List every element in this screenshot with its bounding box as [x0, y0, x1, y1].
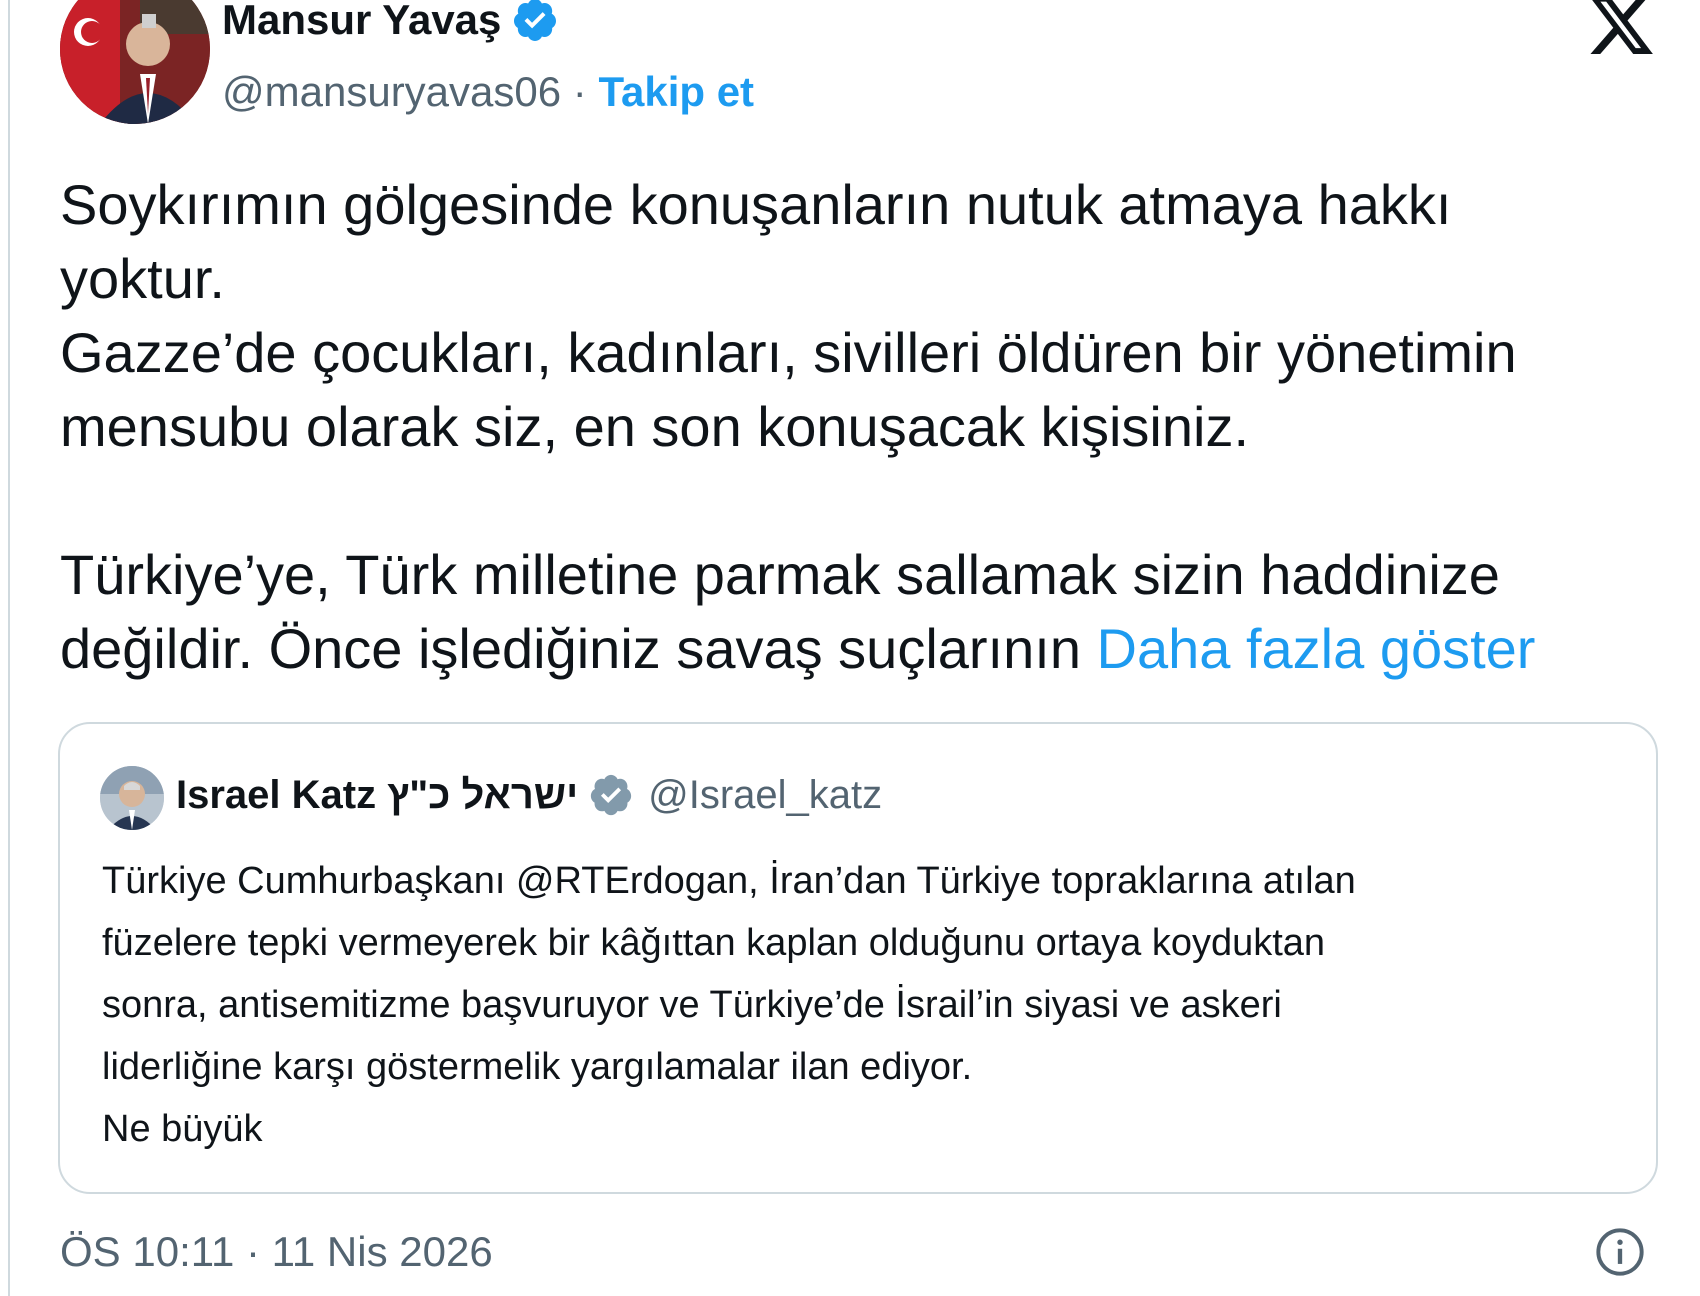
handle-row: @mansuryavas06 · Takip et [222, 68, 754, 116]
author-handle[interactable]: @mansuryavas06 [222, 68, 561, 115]
left-divider [8, 0, 10, 1296]
avatar-portrait-icon [60, 0, 210, 124]
tweet-text: Soykırımın gölgesinde konuşanların nutuk… [60, 168, 1670, 686]
x-logo-icon[interactable] [1586, 0, 1656, 54]
info-icon[interactable] [1594, 1226, 1646, 1278]
author-name-text: Mansur Yavaş [222, 0, 502, 43]
tweet-timestamp[interactable]: ÖS 10:11 · 11 Nis 2026 [60, 1228, 493, 1276]
handle-separator: · [561, 68, 599, 115]
quoted-author-avatar[interactable] [100, 766, 164, 830]
author-name[interactable]: Mansur Yavaş [222, 0, 559, 44]
tweet-card: Mansur Yavaş @mansuryavas06 · Takip et S… [0, 0, 1700, 1296]
tweet-body: Soykırımın gölgesinde konuşanların nutuk… [60, 173, 1517, 680]
show-more-link[interactable]: Daha fazla göster [1097, 617, 1536, 680]
quoted-tweet-card[interactable]: Israel Katz ישראל כ"ץ @Israel_katz Türki… [58, 722, 1658, 1194]
quoted-author-handle[interactable]: @Israel_katz [648, 773, 882, 818]
quoted-tweet-text: Türkiye Cumhurbaşkanı @RTErdogan, İran’d… [102, 860, 1356, 1150]
author-avatar[interactable] [60, 0, 210, 124]
follow-button[interactable]: Takip et [598, 68, 754, 115]
verified-badge-icon[interactable] [511, 0, 559, 44]
quoted-avatar-portrait-icon [100, 766, 164, 830]
quoted-header: Israel Katz ישראל כ"ץ @Israel_katz [176, 772, 882, 818]
quoted-verified-badge-icon[interactable] [588, 772, 634, 818]
quoted-author-name[interactable]: Israel Katz ישראל כ"ץ [176, 773, 578, 818]
